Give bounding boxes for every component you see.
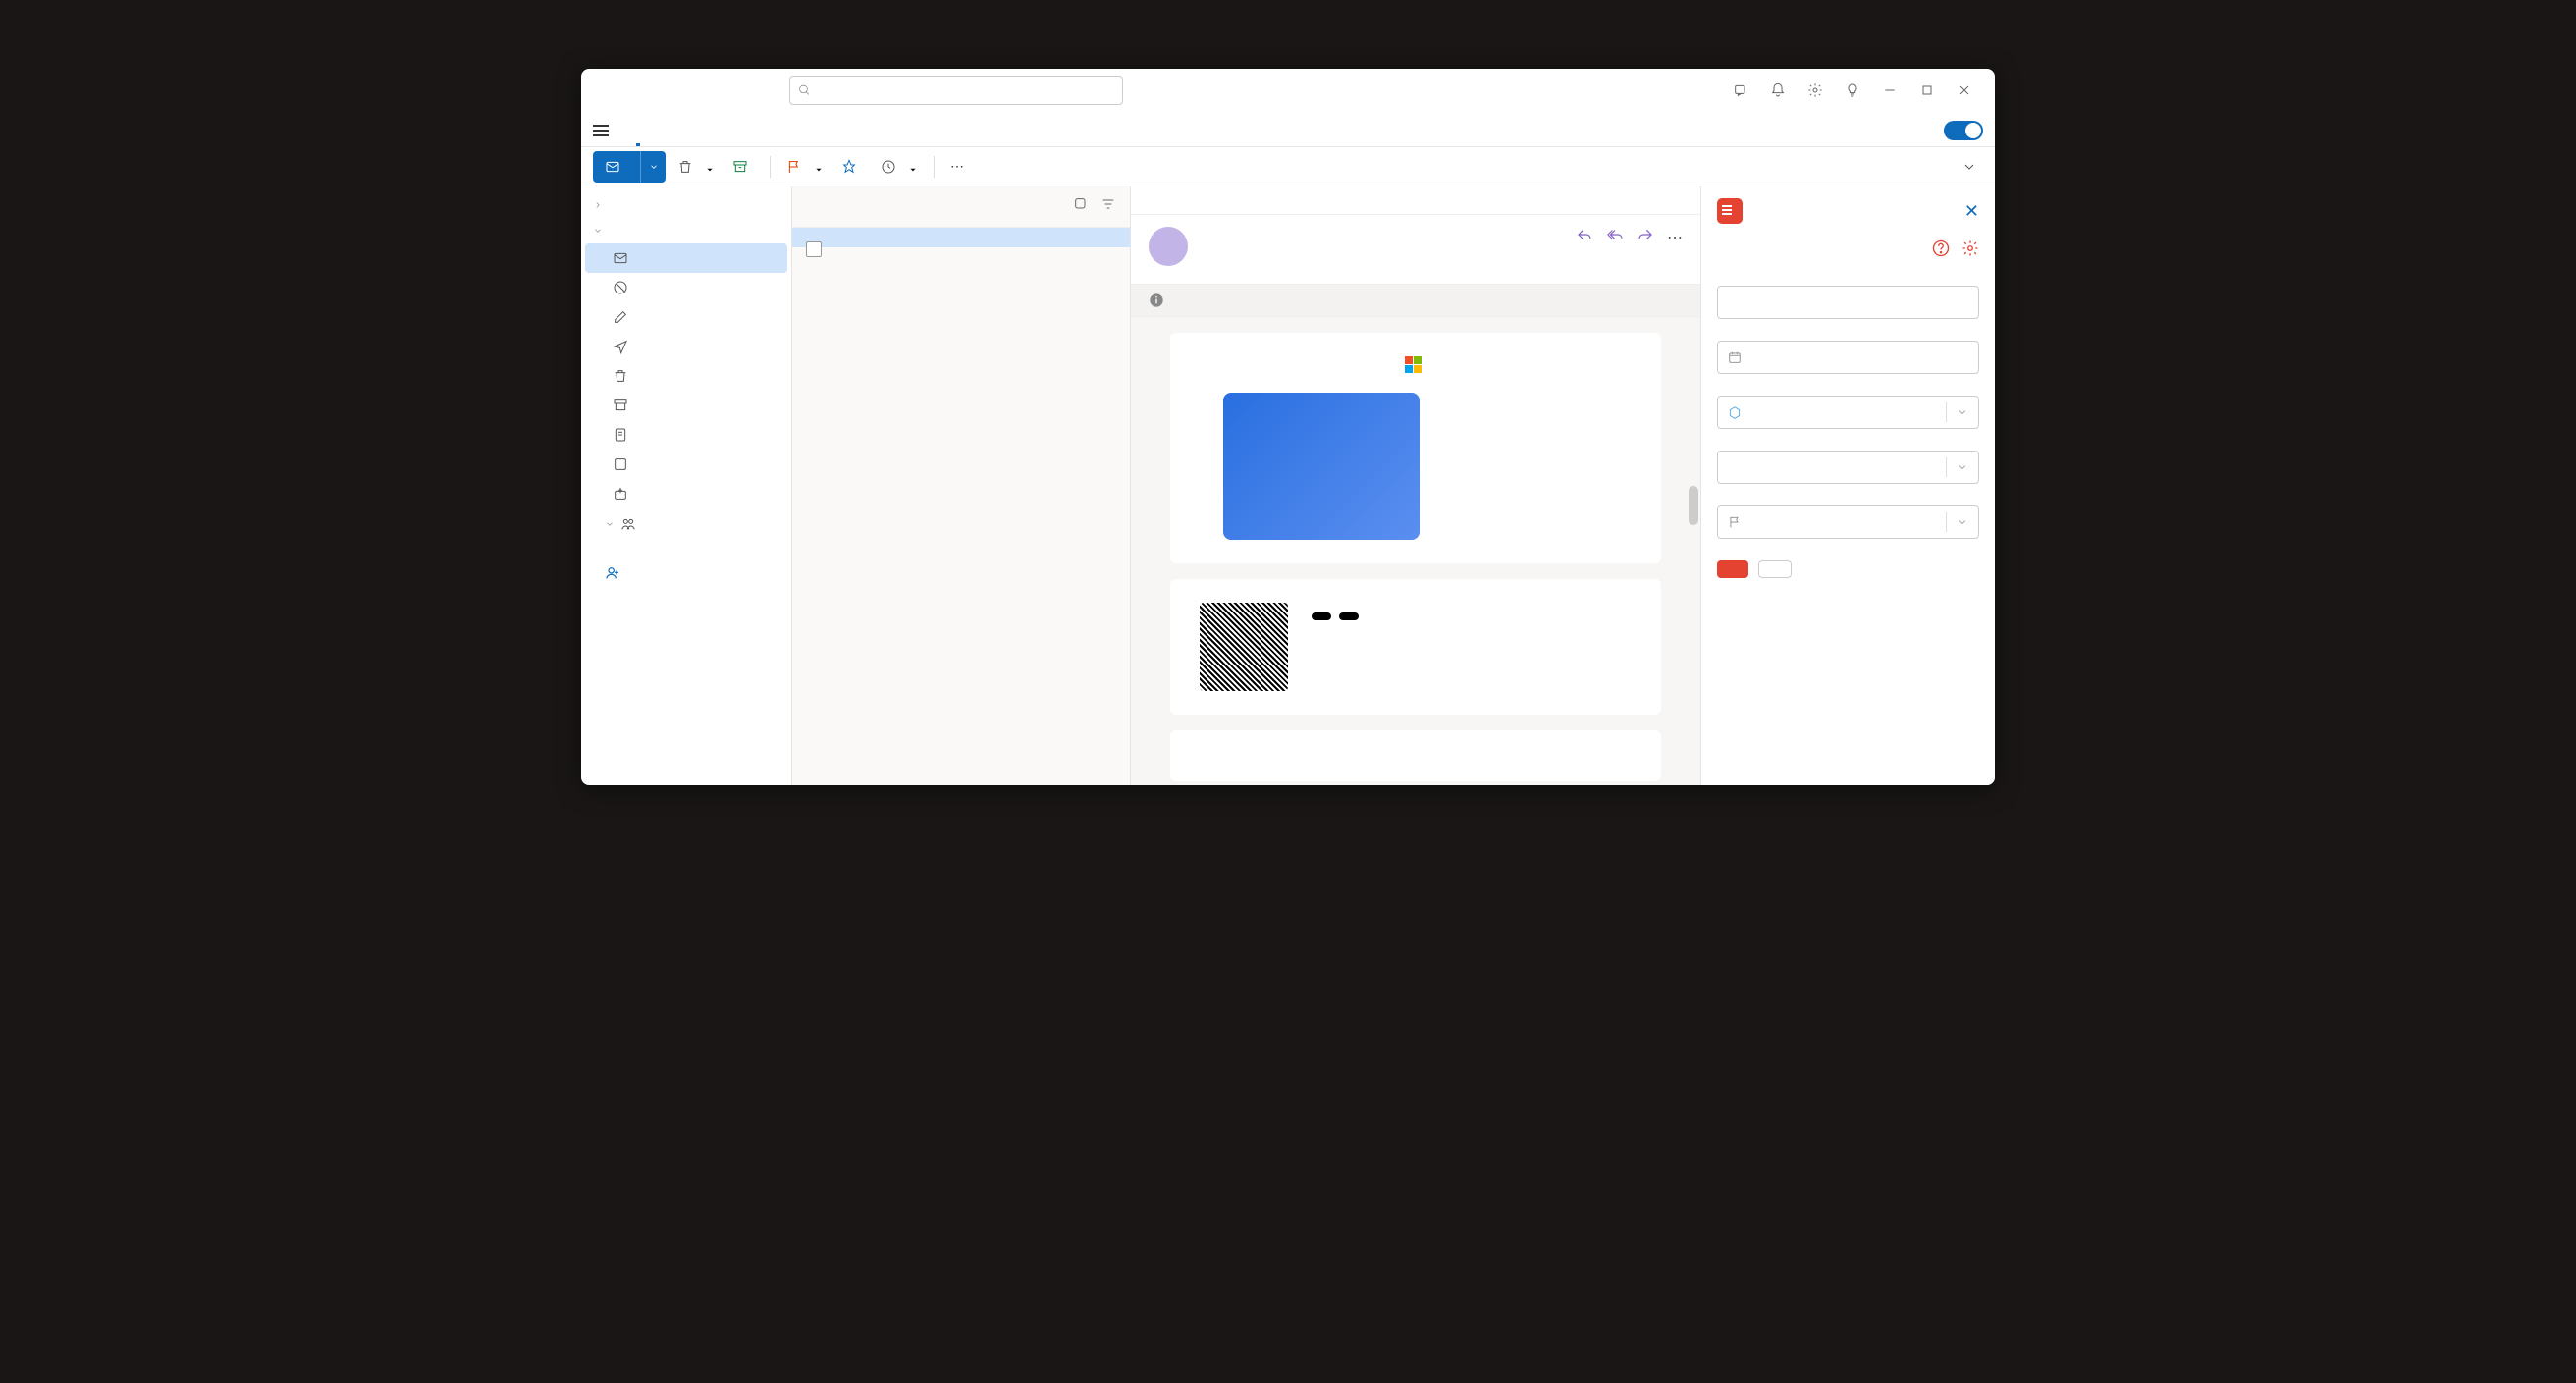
maximize-icon[interactable]	[1908, 72, 1946, 109]
phone-illustration	[1223, 393, 1420, 540]
search-input[interactable]	[817, 82, 1114, 98]
reading-subject	[1131, 186, 1700, 215]
new-group-link[interactable]	[585, 540, 787, 554]
account-section[interactable]	[585, 218, 787, 243]
add-task-button[interactable]	[1717, 560, 1748, 578]
todoist-settings-icon[interactable]	[1961, 239, 1979, 262]
todoist-close-icon[interactable]: ✕	[1964, 201, 1979, 222]
priority-select[interactable]	[1717, 505, 1979, 539]
delete-button[interactable]	[671, 155, 721, 179]
project-select[interactable]	[1717, 396, 1979, 429]
nav-sent[interactable]	[585, 332, 787, 361]
reading-pane: ⋯	[1131, 186, 1700, 785]
nav-inbox[interactable]	[585, 243, 787, 273]
reply-all-icon[interactable]	[1606, 227, 1624, 247]
hamburger-icon[interactable]	[593, 125, 609, 146]
more-actions-icon[interactable]: ⋯	[1667, 228, 1683, 247]
divider	[934, 156, 935, 178]
settings-icon[interactable]	[1797, 72, 1834, 109]
lightbulb-icon[interactable]	[1834, 72, 1871, 109]
cancel-button[interactable]	[1758, 560, 1792, 578]
task-name-input[interactable]	[1717, 286, 1979, 319]
nav-deleted[interactable]	[585, 361, 787, 391]
nav-drafts[interactable]	[585, 302, 787, 332]
add-account-link[interactable]	[585, 554, 787, 588]
app-store-badge[interactable]	[1312, 612, 1331, 620]
google-play-badge[interactable]	[1339, 612, 1359, 620]
favourites-section[interactable]	[585, 192, 787, 218]
snooze-button[interactable]	[875, 155, 924, 179]
nav-junk[interactable]	[585, 273, 787, 302]
labels-select[interactable]	[1717, 451, 1979, 484]
minimize-icon[interactable]	[1871, 72, 1908, 109]
new-email-dropdown[interactable]	[640, 151, 666, 183]
new-email-button[interactable]	[593, 151, 666, 183]
message-list	[792, 186, 1131, 785]
microsoft-logo	[1200, 356, 1632, 373]
pin-button[interactable]	[835, 155, 869, 179]
folder-pane	[581, 186, 792, 785]
ribbon-collapse[interactable]	[1956, 155, 1983, 179]
flag-button[interactable]	[780, 155, 830, 179]
teams-icon[interactable]	[1722, 72, 1759, 109]
qr-code	[1200, 603, 1288, 691]
tab-help[interactable]	[687, 138, 691, 146]
tab-home[interactable]	[636, 135, 640, 146]
nav-notes[interactable]	[585, 420, 787, 450]
nav-outbox[interactable]	[585, 479, 787, 508]
divider	[770, 156, 771, 178]
nav-conversation-history[interactable]	[585, 450, 787, 479]
search-box[interactable]	[789, 76, 1123, 105]
message-item[interactable]	[792, 228, 1130, 247]
nav-groups[interactable]	[585, 508, 787, 540]
nav-archive[interactable]	[585, 391, 787, 420]
date-input[interactable]	[1717, 341, 1979, 374]
todoist-help-icon[interactable]	[1932, 239, 1950, 262]
todoist-panel: ✕	[1700, 186, 1995, 785]
new-outlook-toggle[interactable]	[1944, 121, 1983, 140]
bell-icon[interactable]	[1759, 72, 1797, 109]
todoist-logo-icon	[1717, 198, 1743, 224]
info-icon	[1149, 293, 1164, 308]
close-icon[interactable]	[1946, 72, 1983, 109]
filter-icon[interactable]	[1100, 196, 1116, 217]
more-button[interactable]: ⋯	[944, 154, 970, 179]
search-icon	[798, 83, 811, 97]
tab-view[interactable]	[662, 138, 666, 146]
sender-avatar	[1149, 227, 1188, 266]
archive-button[interactable]	[726, 155, 760, 179]
forward-icon[interactable]	[1637, 227, 1653, 247]
scrollbar[interactable]	[1689, 486, 1698, 525]
message-checkbox[interactable]	[806, 241, 822, 257]
reply-icon[interactable]	[1577, 227, 1592, 247]
select-all-icon[interactable]	[1073, 196, 1089, 217]
